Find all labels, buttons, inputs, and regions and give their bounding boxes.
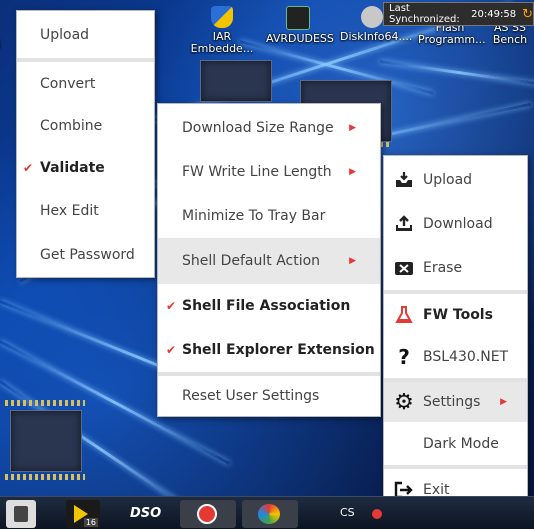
menu-item-shell-default-action[interactable]: Shell Default Action ▶	[158, 238, 380, 284]
menu-item-upload[interactable]: Upload	[17, 15, 154, 55]
checkmark-icon: ✔	[166, 299, 177, 313]
flask-icon	[393, 304, 415, 326]
desktop-icon-avrdudess[interactable]: AVRDUDESS	[266, 6, 334, 45]
menu-item-fw-write-line-length[interactable]: FW Write Line Length ▶	[158, 150, 380, 194]
submenu-arrow-icon: ▶	[349, 167, 356, 177]
upload-tray-icon	[393, 169, 415, 191]
language-indicator[interactable]: CS	[340, 506, 355, 519]
download-tray-icon	[393, 213, 415, 235]
submenu-arrow-icon: ▶	[349, 123, 356, 133]
palette-icon	[258, 504, 280, 524]
erase-icon	[393, 257, 415, 279]
sync-label: Last Synchronized:	[389, 3, 460, 25]
checkmark-icon: ✔	[23, 161, 34, 175]
diskinfo-icon	[361, 6, 383, 28]
menu-item-convert[interactable]: Convert	[17, 64, 154, 104]
menu-item-settings[interactable]: ⚙ Settings ▶	[384, 382, 527, 422]
menu-item-dark-mode[interactable]: Dark Mode	[384, 424, 527, 464]
menu-item-get-password[interactable]: Get Password	[17, 235, 154, 275]
chip-icon	[14, 506, 28, 522]
menu-item-download-size-range[interactable]: Download Size Range ▶	[158, 106, 380, 150]
desktop-icon-iar[interactable]: IAR Embedde...	[190, 6, 254, 55]
avrdudess-icon	[286, 6, 310, 30]
menu-item-fw-tools[interactable]: FW Tools	[384, 294, 527, 336]
taskbar-app-dso[interactable]: DSO	[126, 500, 162, 528]
checkmark-icon: ✔	[166, 343, 177, 357]
menu-item-shell-file-association[interactable]: ✔ Shell File Association	[158, 284, 380, 328]
submenu-arrow-icon: ▶	[500, 397, 507, 407]
menu-item-tray-upload[interactable]: Upload	[384, 158, 527, 202]
menu-item-minimize-to-tray[interactable]: Minimize To Tray Bar	[158, 194, 380, 238]
iar-shield-icon	[211, 6, 233, 28]
taskbar-app-player[interactable]: 16	[66, 500, 100, 528]
tray-icon-record[interactable]	[372, 509, 382, 519]
record-icon	[197, 504, 217, 524]
sync-time: 20:49:58	[471, 8, 517, 20]
context-menu-primary: Upload Convert Combine ✔ Validate Hex Ed…	[16, 10, 155, 278]
taskbar-badge: 16	[83, 518, 98, 527]
dso-logo-icon: DSO	[130, 506, 162, 521]
menu-item-tray-erase[interactable]: Erase	[384, 246, 527, 290]
taskbar-app-chip[interactable]	[6, 500, 36, 528]
taskbar-app-paint[interactable]	[242, 500, 298, 528]
settings-submenu: Download Size Range ▶ FW Write Line Leng…	[157, 103, 381, 417]
sync-status-banner: Last Synchronized: 20:49:58 ↻	[383, 2, 534, 26]
menu-item-validate[interactable]: ✔ Validate	[17, 148, 154, 188]
menu-item-reset-user-settings[interactable]: Reset User Settings	[158, 376, 380, 416]
menu-separator	[17, 58, 154, 62]
tray-menu: Upload Download Erase FW Tools ? BSL430.…	[383, 155, 528, 512]
taskbar-app-record[interactable]	[180, 500, 236, 528]
submenu-arrow-icon: ▶	[349, 256, 356, 266]
sync-refresh-icon[interactable]: ↻	[522, 7, 533, 22]
menu-item-combine[interactable]: Combine	[17, 106, 154, 146]
menu-item-hex-edit[interactable]: Hex Edit	[17, 191, 154, 231]
gear-icon: ⚙	[394, 389, 414, 415]
menu-item-shell-explorer-extension[interactable]: ✔ Shell Explorer Extension	[158, 328, 380, 372]
question-icon: ?	[398, 345, 410, 369]
menu-item-bsl430[interactable]: ? BSL430.NET	[384, 336, 527, 378]
menu-item-tray-download[interactable]: Download	[384, 202, 527, 246]
taskbar: 16 DSO CS	[0, 496, 534, 529]
